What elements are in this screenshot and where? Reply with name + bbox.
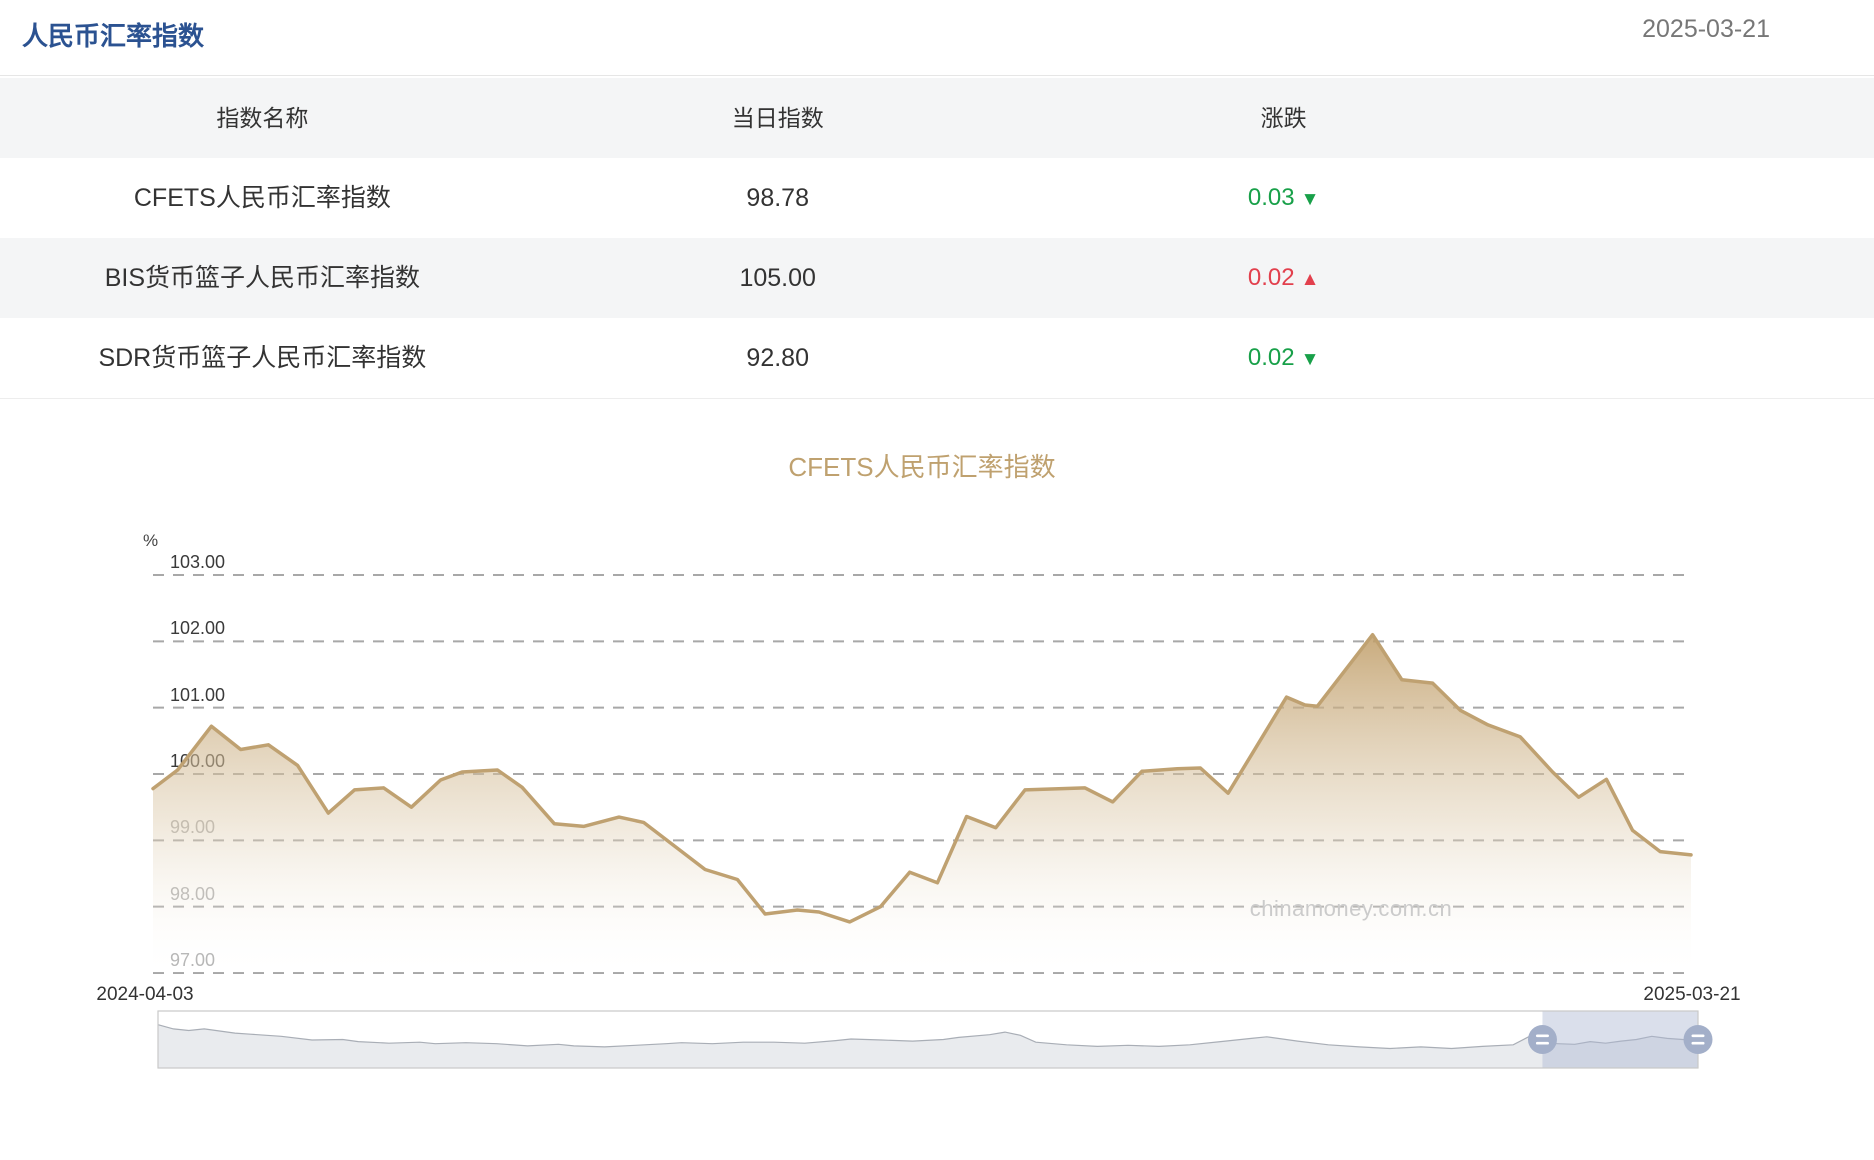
x-axis-end-date: 2025-03-21 (1627, 984, 1757, 1006)
navigator-handle-left[interactable] (1528, 1025, 1557, 1054)
cfets-index-chart (0, 0, 1874, 1160)
chart-title: CFETS人民币汇率指数 (0, 447, 1844, 484)
navigator[interactable] (158, 1011, 1713, 1068)
x-axis-start-date: 2024-04-03 (80, 984, 210, 1006)
navigator-selected-range[interactable] (1542, 1011, 1698, 1068)
chinamoney-watermark: chinamoney.com.cn (1240, 896, 1462, 922)
cfets-area-fill (153, 635, 1691, 973)
y-axis-unit-label: % (143, 531, 158, 551)
navigator-handle-right[interactable] (1684, 1025, 1713, 1054)
rmb-exchange-rate-index-page: 人民币汇率指数 2025-03-21 指数名称 当日指数 涨跌 CFETS人民币… (0, 0, 1874, 1160)
